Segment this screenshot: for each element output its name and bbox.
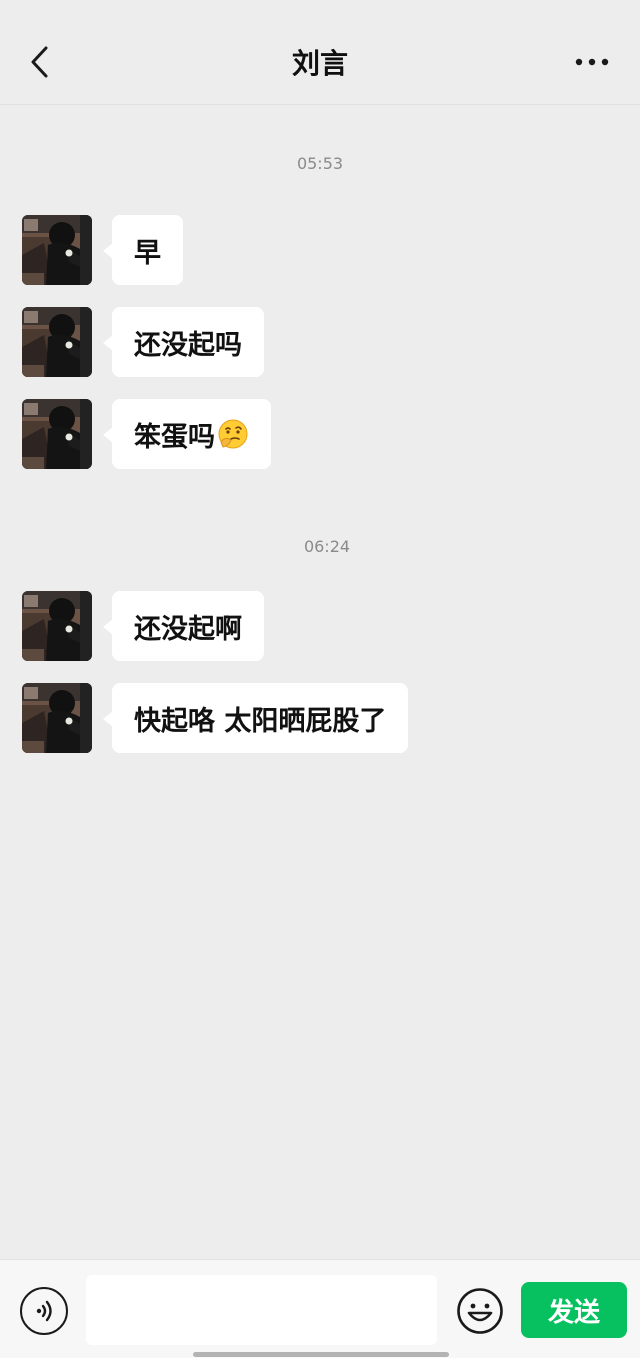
message-bubble[interactable]: 早 xyxy=(103,215,183,285)
timestamp: 05:53 xyxy=(296,154,344,173)
message-text: 笨蛋吗 xyxy=(134,421,215,453)
message-row: 早 xyxy=(22,215,183,287)
more-button[interactable] xyxy=(572,50,612,74)
chat-header: 刘言 xyxy=(0,0,640,105)
emoji-button[interactable] xyxy=(455,1286,505,1336)
message-bubble[interactable]: 笨蛋吗 xyxy=(103,399,271,469)
message-text: 还没起吗 xyxy=(134,329,242,361)
chat-title: 刘言 xyxy=(291,47,348,80)
message-bubble[interactable]: 快起咯 太阳晒屁股了 xyxy=(102,683,409,753)
message-row: 快起咯 太阳晒屁股了 xyxy=(22,683,409,755)
avatar[interactable] xyxy=(22,591,92,661)
message-input[interactable] xyxy=(86,1275,437,1345)
message-text: 早 xyxy=(134,237,161,269)
message-row: 还没起啊 xyxy=(22,591,264,663)
avatar[interactable] xyxy=(22,307,92,377)
send-button[interactable]: 发送 xyxy=(521,1282,627,1338)
thinking-face-icon xyxy=(218,419,248,449)
voice-button[interactable] xyxy=(20,1287,68,1335)
message-row: 笨蛋吗 xyxy=(22,399,271,471)
message-bubble[interactable]: 还没起吗 xyxy=(103,307,264,377)
timestamp: 06:24 xyxy=(303,537,351,556)
message-bubble[interactable]: 还没起啊 xyxy=(103,591,264,661)
avatar[interactable] xyxy=(22,215,92,285)
input-bar: 发送 xyxy=(0,1259,640,1358)
voice-icon xyxy=(36,1300,52,1322)
message-text: 快起咯 太阳晒屁股了 xyxy=(134,705,387,737)
avatar[interactable] xyxy=(22,683,92,753)
emoji-smile-icon xyxy=(457,1288,503,1334)
home-indicator[interactable] xyxy=(193,1352,449,1357)
message-list: 05:53 早 还没起吗 笨蛋吗 06:24 还没起啊 快起咯 太阳晒屁股了 xyxy=(0,106,640,1258)
message-text: 还没起啊 xyxy=(134,613,242,645)
message-row: 还没起吗 xyxy=(22,307,264,379)
avatar[interactable] xyxy=(22,399,92,469)
more-dots-icon xyxy=(575,58,609,66)
